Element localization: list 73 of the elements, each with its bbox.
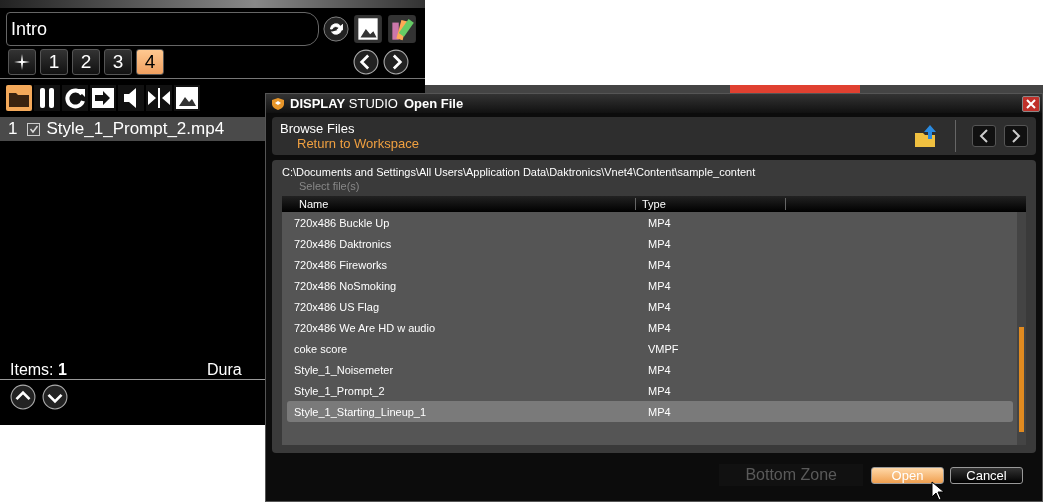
page-tab[interactable]: 3 [104, 49, 132, 75]
file-name: 720x486 Buckle Up [293, 216, 391, 229]
selection-hint: Select file(s) [299, 180, 361, 192]
pause-icon[interactable] [34, 85, 60, 111]
file-type: MP4 [647, 237, 671, 250]
page-tab[interactable]: 1 [40, 49, 68, 75]
file-type: VMPF [647, 342, 679, 355]
section-heading: Browse Files [280, 121, 356, 136]
file-row[interactable]: 720x486 NoSmoking MP4 [287, 275, 1013, 296]
items-count: Items: 1 [10, 361, 67, 379]
column-header[interactable]: Type [636, 198, 786, 210]
file-row[interactable]: Style_1_Noisemeter MP4 [287, 359, 1013, 380]
split-icon[interactable] [146, 85, 172, 111]
file-type: MP4 [647, 216, 671, 229]
folder-icon[interactable] [6, 85, 32, 111]
file-name: 720x486 US Flag [293, 300, 380, 313]
page-tab[interactable]: 4 [136, 49, 164, 75]
file-name: 720x486 We Are HD w audio [293, 321, 437, 334]
file-type: MP4 [647, 279, 671, 292]
app-brand: DISPLAY STUDIO [290, 96, 398, 111]
all-pages-button[interactable] [8, 49, 36, 75]
shield-logo-icon [272, 97, 284, 110]
file-name: coke score [293, 342, 349, 355]
background-zone-label: Bottom Zone [719, 464, 863, 486]
scrollbar-thumb[interactable] [1019, 327, 1024, 432]
file-type: MP4 [647, 300, 671, 313]
item-checkbox[interactable] [27, 122, 41, 136]
arrow-right-icon[interactable] [90, 85, 116, 111]
item-number: 1 [8, 119, 18, 139]
file-row[interactable]: 720x486 Fireworks MP4 [287, 254, 1013, 275]
dialog-title: Open File [403, 96, 464, 111]
chevron-left-icon [978, 129, 990, 143]
file-type: MP4 [647, 321, 671, 334]
file-name: Style_1_Prompt_2 [293, 384, 386, 397]
item-name: Style_1_Prompt_2.mp4 [46, 119, 225, 139]
page-tab[interactable]: 2 [72, 49, 100, 75]
column-header[interactable]: Name [282, 198, 636, 210]
scrollbar[interactable] [1017, 212, 1026, 445]
file-type: MP4 [647, 405, 671, 418]
close-button[interactable] [1022, 95, 1040, 112]
file-type: MP4 [647, 384, 671, 397]
chevron-right-icon [1010, 129, 1022, 143]
chevron-right-icon[interactable] [383, 49, 409, 75]
file-row[interactable]: Style_1_Prompt_2 MP4 [287, 380, 1013, 401]
file-name: Style_1_Starting_Lineup_1 [293, 405, 428, 418]
chevron-left-icon[interactable] [353, 49, 379, 75]
playlist-title-field[interactable]: Intro [6, 12, 319, 46]
file-type: MP4 [647, 258, 671, 271]
film-image-icon[interactable] [353, 14, 383, 44]
file-name: 720x486 Daktronics [293, 237, 393, 250]
chevron-down-icon[interactable] [42, 384, 68, 410]
chevron-up-icon[interactable] [10, 384, 36, 410]
film-image-icon[interactable] [174, 85, 200, 111]
file-name: 720x486 NoSmoking [293, 279, 398, 292]
file-row[interactable]: coke score VMPF [287, 338, 1013, 359]
file-row[interactable]: 720x486 US Flag MP4 [287, 296, 1013, 317]
file-row[interactable]: 720x486 Daktronics MP4 [287, 233, 1013, 254]
folder-path: C:\Documents and Settings\All Users\Application Data\Daktronics\Vnet4\Content\sample_content [282, 166, 757, 178]
file-row[interactable]: 720x486 We Are HD w audio MP4 [287, 317, 1013, 338]
folder-up-icon[interactable] [913, 123, 939, 149]
file-name: 720x486 Fireworks [293, 258, 388, 271]
refresh-icon[interactable] [323, 16, 349, 42]
duration-label: Dura [206, 361, 242, 379]
speaker-icon[interactable] [118, 85, 144, 111]
file-type: MP4 [647, 363, 671, 376]
file-row[interactable]: 720x486 Buckle Up MP4 [287, 212, 1013, 233]
forward-button[interactable] [1004, 125, 1028, 147]
file-name: Style_1_Noisemeter [293, 363, 395, 376]
back-button[interactable] [972, 125, 996, 147]
repeat-icon[interactable] [62, 85, 88, 111]
color-palette-icon[interactable] [387, 14, 417, 44]
file-row[interactable]: Style_1_Starting_Lineup_1 MP4 [287, 401, 1013, 422]
cancel-button[interactable]: Cancel [950, 466, 1023, 484]
